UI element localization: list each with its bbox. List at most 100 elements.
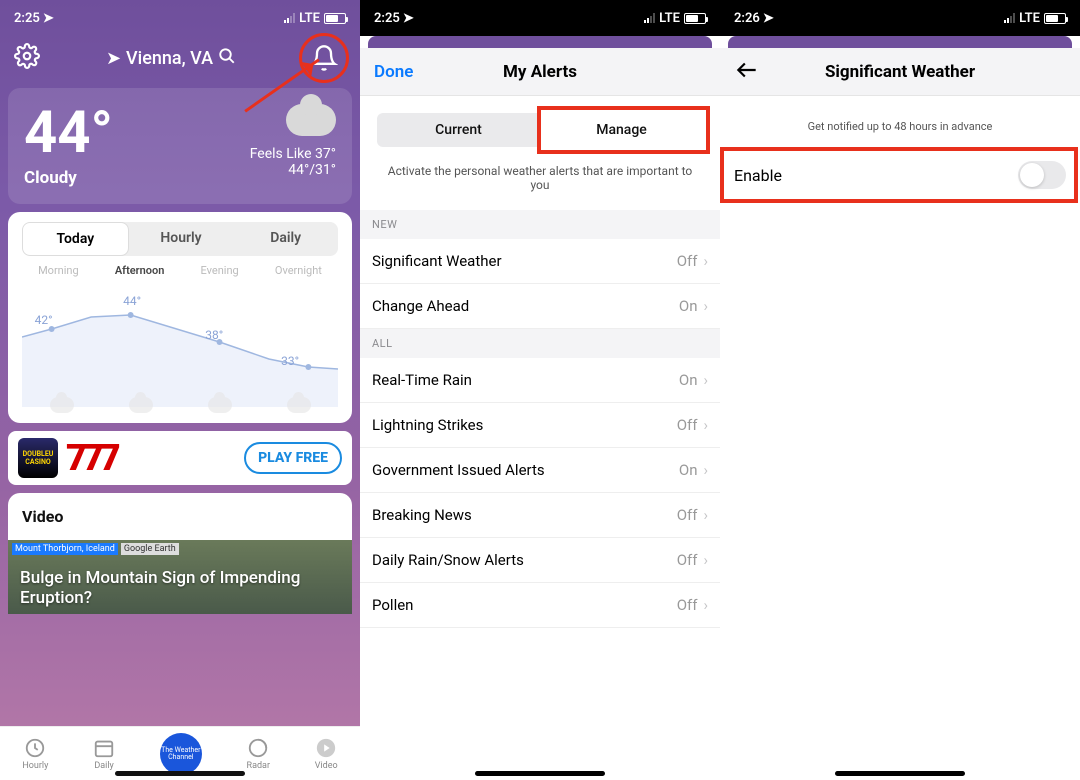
background-peek (368, 36, 712, 48)
alert-label: Breaking News (372, 506, 472, 524)
status-time: 2:26 (734, 11, 760, 26)
chevron-right-icon: › (703, 252, 708, 270)
alert-row[interactable]: Breaking NewsOff› (360, 493, 720, 538)
alert-label: Daily Rain/Snow Alerts (372, 551, 524, 569)
alert-value: On (679, 371, 698, 389)
done-button[interactable]: Done (374, 62, 413, 82)
home-indicator[interactable] (115, 771, 245, 776)
page-title: My Alerts (360, 62, 720, 82)
enable-toggle[interactable] (1018, 161, 1066, 189)
modal-header: Done My Alerts (360, 48, 720, 96)
alerts-button[interactable] (302, 36, 346, 80)
alert-row[interactable]: Real-Time RainOn› (360, 358, 720, 403)
radar-icon (247, 737, 269, 759)
network-label: LTE (299, 11, 320, 26)
location-arrow-icon: ➤ (106, 48, 121, 69)
alert-label: Government Issued Alerts (372, 461, 545, 479)
alert-row[interactable]: PollenOff› (360, 583, 720, 628)
alert-value: Off (677, 551, 698, 569)
location-name: Vienna, VA (126, 48, 213, 69)
battery-icon (684, 13, 706, 24)
alert-label: Significant Weather (372, 252, 502, 270)
clock-icon (24, 737, 46, 759)
signal-icon (644, 13, 655, 23)
alert-value: On (679, 297, 698, 315)
temperature-chart: 42° 44° 38° 33° (22, 287, 338, 407)
ad-logo: DOUBLEU CASINO (18, 438, 58, 478)
alert-value: Off (677, 596, 698, 614)
enable-label: Enable (734, 166, 782, 185)
back-button[interactable] (734, 57, 760, 87)
chart-temp-3: 38° (205, 328, 223, 342)
tab-hourly-bottom[interactable]: Hourly (22, 737, 48, 771)
segment-current[interactable]: Current (377, 113, 540, 147)
signal-icon (1004, 13, 1015, 23)
alert-label: Change Ahead (372, 297, 469, 315)
status-time: 2:25 (14, 11, 40, 26)
status-bar: 2:25 ➤ LTE (0, 0, 360, 36)
segment-manage[interactable]: Manage (540, 113, 703, 147)
chart-temp-4: 33° (281, 354, 299, 368)
alert-value: Off (677, 252, 698, 270)
alert-row[interactable]: Government Issued AlertsOn› (360, 448, 720, 493)
high-low: 44°/31° (250, 162, 336, 178)
background-peek (728, 36, 1072, 48)
forecast-tabs: Today Hourly Daily (22, 222, 338, 256)
tab-daily[interactable]: Daily (233, 222, 338, 256)
feels-like: Feels Like 37° (250, 146, 336, 162)
signal-icon (284, 13, 295, 23)
tab-video[interactable]: Video (315, 737, 338, 771)
chart-temp-1: 42° (35, 313, 53, 327)
tab-home[interactable]: The Weather Channel (160, 733, 202, 775)
section-header-new: NEW (360, 210, 720, 239)
tab-radar[interactable]: Radar (247, 737, 270, 771)
video-tag: Mount Thorbjorn, IcelandGoogle Earth (12, 544, 179, 554)
search-icon (218, 47, 236, 70)
alert-value: On (679, 461, 698, 479)
chevron-right-icon: › (703, 371, 708, 389)
ad-graphic: 777 (66, 437, 236, 479)
video-thumbnail[interactable]: Mount Thorbjorn, IcelandGoogle Earth Bul… (8, 540, 352, 614)
video-title: Bulge in Mountain Sign of Impending Erup… (20, 568, 340, 608)
alert-label: Lightning Strikes (372, 416, 483, 434)
forecast-icon (50, 397, 74, 413)
tab-daily-bottom[interactable]: Daily (93, 737, 115, 771)
section-header-all: ALL (360, 329, 720, 358)
alert-row[interactable]: Lightning StrikesOff› (360, 403, 720, 448)
settings-button[interactable] (14, 43, 40, 73)
forecast-icon (208, 397, 232, 413)
status-time: 2:25 (374, 11, 400, 26)
forecast-card: Today Hourly Daily Morning Afternoon Eve… (8, 212, 352, 423)
back-arrow-icon (734, 57, 760, 83)
alert-value: Off (677, 506, 698, 524)
battery-icon (1044, 13, 1066, 24)
network-label: LTE (1019, 11, 1040, 26)
tab-hourly[interactable]: Hourly (129, 222, 234, 256)
enable-row: Enable (720, 147, 1080, 203)
modal-header: Significant Weather (720, 48, 1080, 96)
daypart-afternoon: Afternoon (115, 264, 165, 277)
status-bar: 2:26 ➤ LTE (720, 0, 1080, 36)
dayparts: Morning Afternoon Evening Overnight (20, 264, 340, 277)
video-header: Video (8, 493, 352, 540)
ad-banner[interactable]: DOUBLEU CASINO 777 PLAY FREE (8, 431, 352, 485)
forecast-icon (129, 397, 153, 413)
helper-text: Activate the personal weather alerts tha… (360, 164, 720, 210)
page-title: Significant Weather (720, 62, 1080, 82)
video-card[interactable]: Video Mount Thorbjorn, IcelandGoogle Ear… (8, 493, 352, 614)
current-conditions-card: 44° Cloudy Feels Like 37° 44°/31° (8, 88, 352, 204)
alert-row[interactable]: Significant Weather Off › (360, 239, 720, 284)
alert-row[interactable]: Change Ahead On › (360, 284, 720, 329)
play-free-button[interactable]: PLAY FREE (244, 442, 342, 474)
alert-value: Off (677, 416, 698, 434)
chevron-right-icon: › (703, 596, 708, 614)
condition-text: Cloudy (24, 168, 113, 188)
alert-row[interactable]: Daily Rain/Snow AlertsOff› (360, 538, 720, 583)
gear-icon (14, 43, 40, 69)
chevron-right-icon: › (703, 297, 708, 315)
tab-today[interactable]: Today (22, 222, 129, 256)
daypart-evening: Evening (201, 264, 239, 277)
location-button[interactable]: ➤ Vienna, VA (106, 47, 236, 70)
home-indicator[interactable] (475, 771, 605, 776)
home-indicator[interactable] (835, 771, 965, 776)
